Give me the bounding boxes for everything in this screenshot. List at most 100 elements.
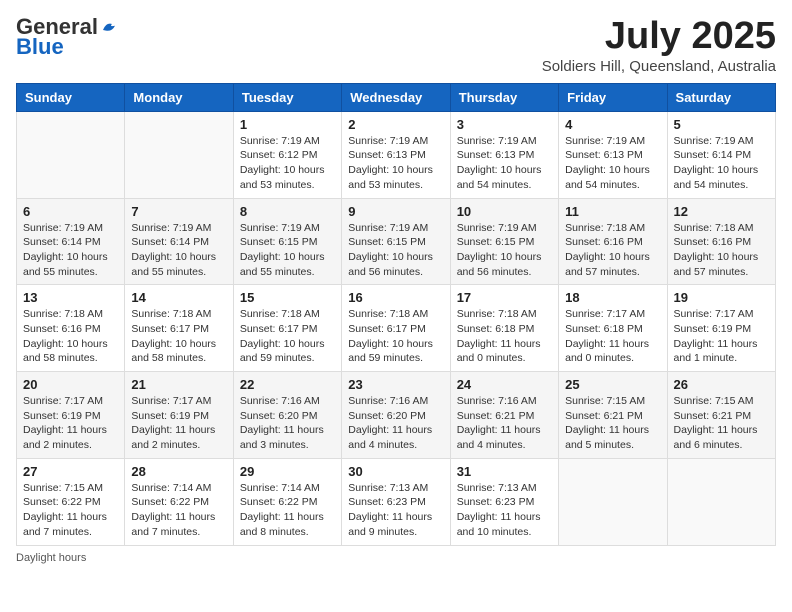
day-info: Sunrise: 7:19 AMSunset: 6:14 PMDaylight:… <box>674 134 769 193</box>
day-info: Sunrise: 7:18 AMSunset: 6:16 PMDaylight:… <box>674 221 769 280</box>
calendar-cell: 1 Sunrise: 7:19 AMSunset: 6:12 PMDaylight… <box>233 111 341 198</box>
calendar-cell <box>667 458 775 545</box>
logo: General Blue <box>16 16 118 60</box>
day-info: Sunrise: 7:17 AMSunset: 6:19 PMDaylight:… <box>23 394 118 453</box>
day-info: Sunrise: 7:17 AMSunset: 6:19 PMDaylight:… <box>674 307 769 366</box>
day-number: 20 <box>23 377 118 392</box>
day-info: Sunrise: 7:18 AMSunset: 6:17 PMDaylight:… <box>348 307 443 366</box>
logo-blue-text: Blue <box>16 34 64 59</box>
day-number: 3 <box>457 117 552 132</box>
day-info: Sunrise: 7:13 AMSunset: 6:23 PMDaylight:… <box>457 481 552 540</box>
day-number: 27 <box>23 464 118 479</box>
day-info: Sunrise: 7:17 AMSunset: 6:18 PMDaylight:… <box>565 307 660 366</box>
day-number: 16 <box>348 290 443 305</box>
calendar-cell: 26Sunrise: 7:15 AMSunset: 6:21 PMDayligh… <box>667 372 775 459</box>
day-number: 18 <box>565 290 660 305</box>
day-info: Sunrise: 7:18 AMSunset: 6:17 PMDaylight:… <box>131 307 226 366</box>
calendar-cell: 28 Sunrise: 7:14 AMSunset: 6:22 PMDayligh… <box>125 458 233 545</box>
calendar-cell: 3 Sunrise: 7:19 AMSunset: 6:13 PMDaylight… <box>450 111 558 198</box>
weekday-header: Saturday <box>667 83 775 111</box>
day-number: 25 <box>565 377 660 392</box>
calendar-week-row: 6 Sunrise: 7:19 AMSunset: 6:14 PMDaylight… <box>17 198 776 285</box>
day-number: 9 <box>348 204 443 219</box>
day-info: Sunrise: 7:13 AMSunset: 6:23 PMDaylight:… <box>348 481 443 540</box>
calendar-cell: 30 Sunrise: 7:13 AMSunset: 6:23 PMDayligh… <box>342 458 450 545</box>
weekday-header: Friday <box>559 83 667 111</box>
calendar-cell: 19 Sunrise: 7:17 AMSunset: 6:19 PMDayligh… <box>667 285 775 372</box>
weekday-header: Tuesday <box>233 83 341 111</box>
location-text: Soldiers Hill, Queensland, Australia <box>542 58 776 75</box>
day-number: 1 <box>240 117 335 132</box>
calendar-cell: 24 Sunrise: 7:16 AMSunset: 6:21 PMDayligh… <box>450 372 558 459</box>
calendar-cell: 25Sunrise: 7:15 AMSunset: 6:21 PMDayligh… <box>559 372 667 459</box>
day-info: Sunrise: 7:15 AMSunset: 6:22 PMDaylight:… <box>23 481 118 540</box>
calendar-cell: 22Sunrise: 7:16 AMSunset: 6:20 PMDayligh… <box>233 372 341 459</box>
calendar-cell: 6 Sunrise: 7:19 AMSunset: 6:14 PMDaylight… <box>17 198 125 285</box>
day-number: 24 <box>457 377 552 392</box>
weekday-header: Monday <box>125 83 233 111</box>
day-number: 11 <box>565 204 660 219</box>
day-info: Sunrise: 7:19 AMSunset: 6:12 PMDaylight:… <box>240 134 335 193</box>
day-info: Sunrise: 7:19 AMSunset: 6:15 PMDaylight:… <box>240 221 335 280</box>
logo-bird-icon <box>100 18 118 36</box>
calendar-header-row: SundayMondayTuesdayWednesdayThursdayFrid… <box>17 83 776 111</box>
day-number: 23 <box>348 377 443 392</box>
weekday-header: Thursday <box>450 83 558 111</box>
day-info: Sunrise: 7:18 AMSunset: 6:18 PMDaylight:… <box>457 307 552 366</box>
calendar-week-row: 20 Sunrise: 7:17 AMSunset: 6:19 PMDayligh… <box>17 372 776 459</box>
day-info: Sunrise: 7:16 AMSunset: 6:20 PMDaylight:… <box>240 394 335 453</box>
day-number: 8 <box>240 204 335 219</box>
day-number: 19 <box>674 290 769 305</box>
day-number: 21 <box>131 377 226 392</box>
day-info: Sunrise: 7:16 AMSunset: 6:20 PMDaylight:… <box>348 394 443 453</box>
calendar-cell: 21 Sunrise: 7:17 AMSunset: 6:19 PMDayligh… <box>125 372 233 459</box>
calendar-cell: 14Sunrise: 7:18 AMSunset: 6:17 PMDayligh… <box>125 285 233 372</box>
calendar-cell: 23 Sunrise: 7:16 AMSunset: 6:20 PMDayligh… <box>342 372 450 459</box>
day-info: Sunrise: 7:16 AMSunset: 6:21 PMDaylight:… <box>457 394 552 453</box>
day-number: 10 <box>457 204 552 219</box>
calendar-cell: 4Sunrise: 7:19 AMSunset: 6:13 PMDaylight… <box>559 111 667 198</box>
title-block: July 2025 Soldiers Hill, Queensland, Aus… <box>542 16 776 75</box>
day-number: 29 <box>240 464 335 479</box>
day-info: Sunrise: 7:19 AMSunset: 6:15 PMDaylight:… <box>457 221 552 280</box>
day-info: Sunrise: 7:19 AMSunset: 6:13 PMDaylight:… <box>457 134 552 193</box>
calendar-cell: 27 Sunrise: 7:15 AMSunset: 6:22 PMDayligh… <box>17 458 125 545</box>
calendar-table: SundayMondayTuesdayWednesdayThursdayFrid… <box>16 83 776 546</box>
calendar-week-row: 27 Sunrise: 7:15 AMSunset: 6:22 PMDayligh… <box>17 458 776 545</box>
day-number: 2 <box>348 117 443 132</box>
day-info: Sunrise: 7:17 AMSunset: 6:19 PMDaylight:… <box>131 394 226 453</box>
calendar-cell: 20 Sunrise: 7:17 AMSunset: 6:19 PMDayligh… <box>17 372 125 459</box>
calendar-cell: 17 Sunrise: 7:18 AMSunset: 6:18 PMDayligh… <box>450 285 558 372</box>
day-info: Sunrise: 7:14 AMSunset: 6:22 PMDaylight:… <box>240 481 335 540</box>
calendar-cell: 13Sunrise: 7:18 AMSunset: 6:16 PMDayligh… <box>17 285 125 372</box>
day-number: 30 <box>348 464 443 479</box>
calendar-cell: 18 Sunrise: 7:17 AMSunset: 6:18 PMDayligh… <box>559 285 667 372</box>
calendar-cell: 5Sunrise: 7:19 AMSunset: 6:14 PMDaylight… <box>667 111 775 198</box>
day-info: Sunrise: 7:18 AMSunset: 6:17 PMDaylight:… <box>240 307 335 366</box>
calendar-week-row: 1 Sunrise: 7:19 AMSunset: 6:12 PMDaylight… <box>17 111 776 198</box>
day-info: Sunrise: 7:18 AMSunset: 6:16 PMDaylight:… <box>23 307 118 366</box>
day-info: Sunrise: 7:19 AMSunset: 6:14 PMDaylight:… <box>23 221 118 280</box>
calendar-cell: 29 Sunrise: 7:14 AMSunset: 6:22 PMDayligh… <box>233 458 341 545</box>
day-info: Sunrise: 7:19 AMSunset: 6:13 PMDaylight:… <box>348 134 443 193</box>
calendar-cell: 9 Sunrise: 7:19 AMSunset: 6:15 PMDaylight… <box>342 198 450 285</box>
calendar-cell: 2 Sunrise: 7:19 AMSunset: 6:13 PMDaylight… <box>342 111 450 198</box>
day-number: 17 <box>457 290 552 305</box>
day-info: Sunrise: 7:14 AMSunset: 6:22 PMDaylight:… <box>131 481 226 540</box>
day-number: 4 <box>565 117 660 132</box>
calendar-cell <box>125 111 233 198</box>
day-info: Sunrise: 7:19 AMSunset: 6:15 PMDaylight:… <box>348 221 443 280</box>
day-number: 7 <box>131 204 226 219</box>
day-number: 28 <box>131 464 226 479</box>
weekday-header: Sunday <box>17 83 125 111</box>
calendar-cell: 7Sunrise: 7:19 AMSunset: 6:14 PMDaylight… <box>125 198 233 285</box>
weekday-header: Wednesday <box>342 83 450 111</box>
page-header: General Blue July 2025 Soldiers Hill, Qu… <box>16 16 776 75</box>
day-number: 12 <box>674 204 769 219</box>
day-number: 31 <box>457 464 552 479</box>
calendar-cell: 11Sunrise: 7:18 AMSunset: 6:16 PMDayligh… <box>559 198 667 285</box>
calendar-cell <box>17 111 125 198</box>
calendar-cell <box>559 458 667 545</box>
day-number: 6 <box>23 204 118 219</box>
calendar-cell: 31 Sunrise: 7:13 AMSunset: 6:23 PMDayligh… <box>450 458 558 545</box>
